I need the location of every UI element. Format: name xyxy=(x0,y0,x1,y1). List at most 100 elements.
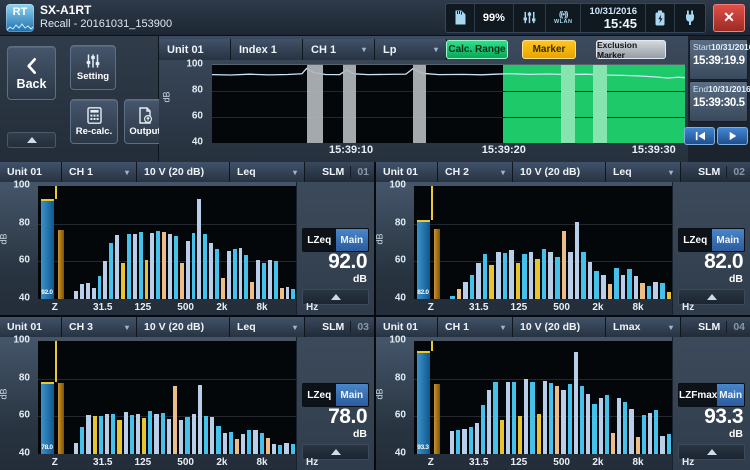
time-label: 15:45 xyxy=(604,17,637,30)
quantity-dropdown[interactable]: Leq ▾ xyxy=(606,162,681,182)
spectrum-bar xyxy=(105,414,109,454)
broadband-max-marker xyxy=(431,186,433,220)
quantity-dropdown[interactable]: Leq ▾ xyxy=(230,317,305,337)
quantity-dropdown[interactable]: Lmax ▾ xyxy=(606,317,681,337)
chevron-down-icon: ▾ xyxy=(501,323,505,332)
spectrum-bar xyxy=(667,434,671,454)
marker-button[interactable]: Marker xyxy=(522,40,576,59)
spectrum-bar xyxy=(543,381,547,454)
spectrum-bar xyxy=(98,276,102,299)
frequency-tick: 500 xyxy=(177,302,194,313)
mixer-icon xyxy=(513,4,545,32)
spectrum-bar xyxy=(654,410,658,454)
spectrum-plot[interactable]: 82.0 xyxy=(414,185,673,299)
spectrum-bar xyxy=(469,427,473,454)
chevron-down-icon: ▾ xyxy=(125,168,129,177)
channel-dropdown[interactable]: CH 1 ▾ xyxy=(438,317,513,337)
slm-number: 01 xyxy=(350,166,369,178)
back-button[interactable]: Back xyxy=(7,46,56,100)
level-value: 82.0 xyxy=(704,250,743,274)
spectrum-bar xyxy=(216,426,220,454)
spectrum-bar xyxy=(629,409,633,454)
chevron-down-icon: ▾ xyxy=(362,45,366,54)
main-tab[interactable]: Main xyxy=(336,384,369,406)
step-forward-button[interactable] xyxy=(717,127,748,145)
spectrum-bar xyxy=(483,254,488,299)
spectrum-bar xyxy=(506,382,510,455)
spectrum-bar xyxy=(227,251,231,299)
spectrum-plot[interactable]: 78.0 xyxy=(38,340,297,454)
close-button[interactable]: ✕ xyxy=(713,4,745,32)
metric-tab[interactable]: LZeq xyxy=(303,229,336,251)
readout-tabs: LZeq Main xyxy=(678,228,745,252)
spectrum-bar xyxy=(204,416,208,454)
readout-tabs: LZFmax Main xyxy=(678,383,745,407)
spectrum-bar xyxy=(291,289,295,299)
quantity-dropdown[interactable]: Lp ▾ xyxy=(375,39,447,60)
level-time-plot[interactable] xyxy=(212,64,685,143)
recalc-button[interactable]: Re-calc. xyxy=(70,99,118,144)
slm-badge: SLM 01 xyxy=(322,162,374,182)
spectrum-plot[interactable]: 92.0 xyxy=(38,185,297,299)
y-tick: 40 xyxy=(19,448,30,459)
app-logo: RT xyxy=(6,4,34,32)
metric-tab[interactable]: LZeq xyxy=(303,384,336,406)
step-back-button[interactable] xyxy=(684,127,715,145)
slm-panels-grid: Unit 01 CH 1 ▾ 10 V (20 dB) Leq ▾ SLM 01… xyxy=(0,162,750,470)
channel-dropdown[interactable]: CH 1 ▾ xyxy=(303,39,375,60)
quantity-value: Lmax xyxy=(613,321,640,333)
input-range-label: 10 V (20 dB) xyxy=(137,317,230,337)
main-tab[interactable]: Main xyxy=(717,384,744,406)
slm-number: 03 xyxy=(350,321,369,333)
spectrum-bar xyxy=(93,416,97,454)
spectrum-bar xyxy=(574,352,578,454)
main-tab[interactable]: Main xyxy=(336,229,369,251)
x-axis-unit: Hz xyxy=(682,457,694,468)
y-tick: 80 xyxy=(19,217,30,228)
quantity-value: Leq xyxy=(613,166,632,178)
quantity-dropdown[interactable]: Leq ▾ xyxy=(230,162,305,182)
sd-card-icon xyxy=(446,4,474,32)
collapse-up-icon xyxy=(27,137,37,143)
spectrum-bar xyxy=(621,275,626,299)
setting-label: Setting xyxy=(77,71,109,82)
spectrum-bar xyxy=(642,415,646,454)
spectrum-bar xyxy=(640,283,645,299)
metric-tab[interactable]: LZeq xyxy=(679,229,712,251)
calc-range-button[interactable]: Calc. Range xyxy=(446,40,508,59)
x-axis-unit: Hz xyxy=(682,302,694,313)
battery-icon xyxy=(645,4,674,32)
end-label: End xyxy=(693,84,708,94)
spectrum-bar xyxy=(594,271,599,299)
time-tick: 15:39:20 xyxy=(482,144,526,156)
spectrum-plot[interactable]: 93.3 xyxy=(414,340,673,454)
channel-dropdown[interactable]: CH 1 ▾ xyxy=(62,162,137,182)
spectrum-bar xyxy=(522,254,527,299)
spectrum-bar xyxy=(627,269,632,299)
level-unit: dB xyxy=(729,273,743,285)
spectrum-bar xyxy=(111,414,115,454)
title-block: SX-A1RT Recall - 20161031_153900 xyxy=(40,3,172,32)
channel-dropdown[interactable]: CH 2 ▾ xyxy=(438,162,513,182)
exclusion-marker-button[interactable]: Exclusion Marker xyxy=(596,40,666,59)
channel-dropdown[interactable]: CH 3 ▾ xyxy=(62,317,137,337)
y-tick: 40 xyxy=(395,293,406,304)
sidebar-collapse-button[interactable] xyxy=(7,132,56,148)
spectrum-bar xyxy=(161,413,165,454)
frequency-tick: 8k xyxy=(632,457,643,468)
marker-region xyxy=(307,65,324,143)
metric-tab[interactable]: LZFmax xyxy=(679,384,717,406)
slm-badge: SLM 02 xyxy=(698,162,750,182)
setting-button[interactable]: Setting xyxy=(70,45,116,90)
spectrum-bar xyxy=(555,257,560,299)
spectrum-bar xyxy=(291,444,295,454)
broadband-bar-group: 82.0 xyxy=(417,186,443,299)
spectrum-bar xyxy=(586,394,590,454)
broadband-secondary-bar xyxy=(434,229,440,299)
main-tab[interactable]: Main xyxy=(712,229,745,251)
readout-tabs: LZeq Main xyxy=(302,228,369,252)
broadband-bar-group: 92.0 xyxy=(41,186,67,299)
frequency-tick: Z xyxy=(428,457,434,468)
spectrum-bar xyxy=(487,390,491,454)
spectrum-bar xyxy=(109,243,113,299)
